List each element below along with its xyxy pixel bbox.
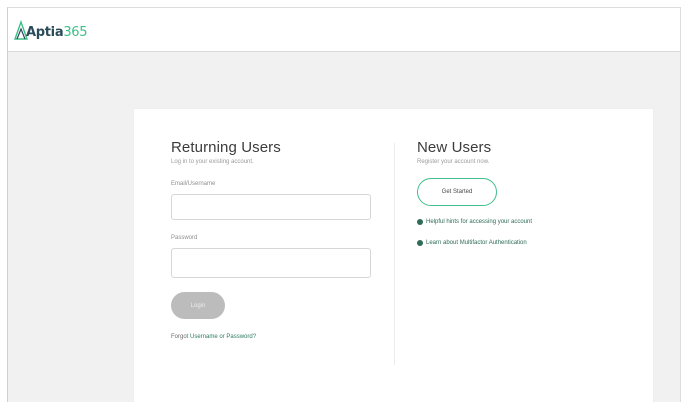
new-users-title: New Users — [417, 139, 492, 156]
forgot-link-text: Username or Password? — [190, 334, 257, 340]
returning-users-title: Returning Users — [171, 139, 281, 156]
get-started-button[interactable]: Get Started — [417, 178, 497, 206]
password-input[interactable] — [171, 248, 371, 278]
login-button[interactable]: Login — [171, 292, 225, 319]
header-bar: Aptia365 — [8, 8, 680, 52]
circle-bullet-icon — [417, 219, 423, 225]
login-card: Returning Users Log in to your existing … — [134, 109, 653, 402]
username-label: Email/Username — [171, 181, 216, 187]
brand-word: Aptia — [26, 25, 64, 40]
helpful-hints-link[interactable]: Helpful hints for accessing your account — [417, 218, 637, 226]
new-users-section: New Users Register your account now. Get… — [417, 139, 637, 247]
returning-users-subtitle: Log in to your existing account. — [171, 159, 254, 165]
new-users-subtitle: Register your account now. — [417, 159, 490, 165]
password-label: Password — [171, 235, 198, 241]
forgot-credentials-link[interactable]: Forgot Username or Password? — [171, 333, 381, 341]
mfa-info-link[interactable]: Learn about Multifactor Authentication — [417, 239, 637, 247]
browser-viewport: Aptia365 Returning Users Log in to your … — [7, 7, 681, 402]
brand-name: Aptia365 — [26, 25, 88, 40]
brand-number: 365 — [63, 25, 88, 40]
brand-logo[interactable]: Aptia365 — [14, 18, 88, 40]
helpful-hints-link-label: Helpful hints for accessing your account — [426, 219, 533, 225]
mfa-info-link-label: Learn about Multifactor Authentication — [426, 240, 527, 246]
column-divider — [394, 143, 395, 365]
username-input[interactable] — [171, 194, 371, 220]
returning-users-section: Returning Users Log in to your existing … — [171, 139, 381, 341]
forgot-prefix: Forgot — [171, 334, 191, 340]
circle-bullet-icon — [417, 240, 423, 246]
